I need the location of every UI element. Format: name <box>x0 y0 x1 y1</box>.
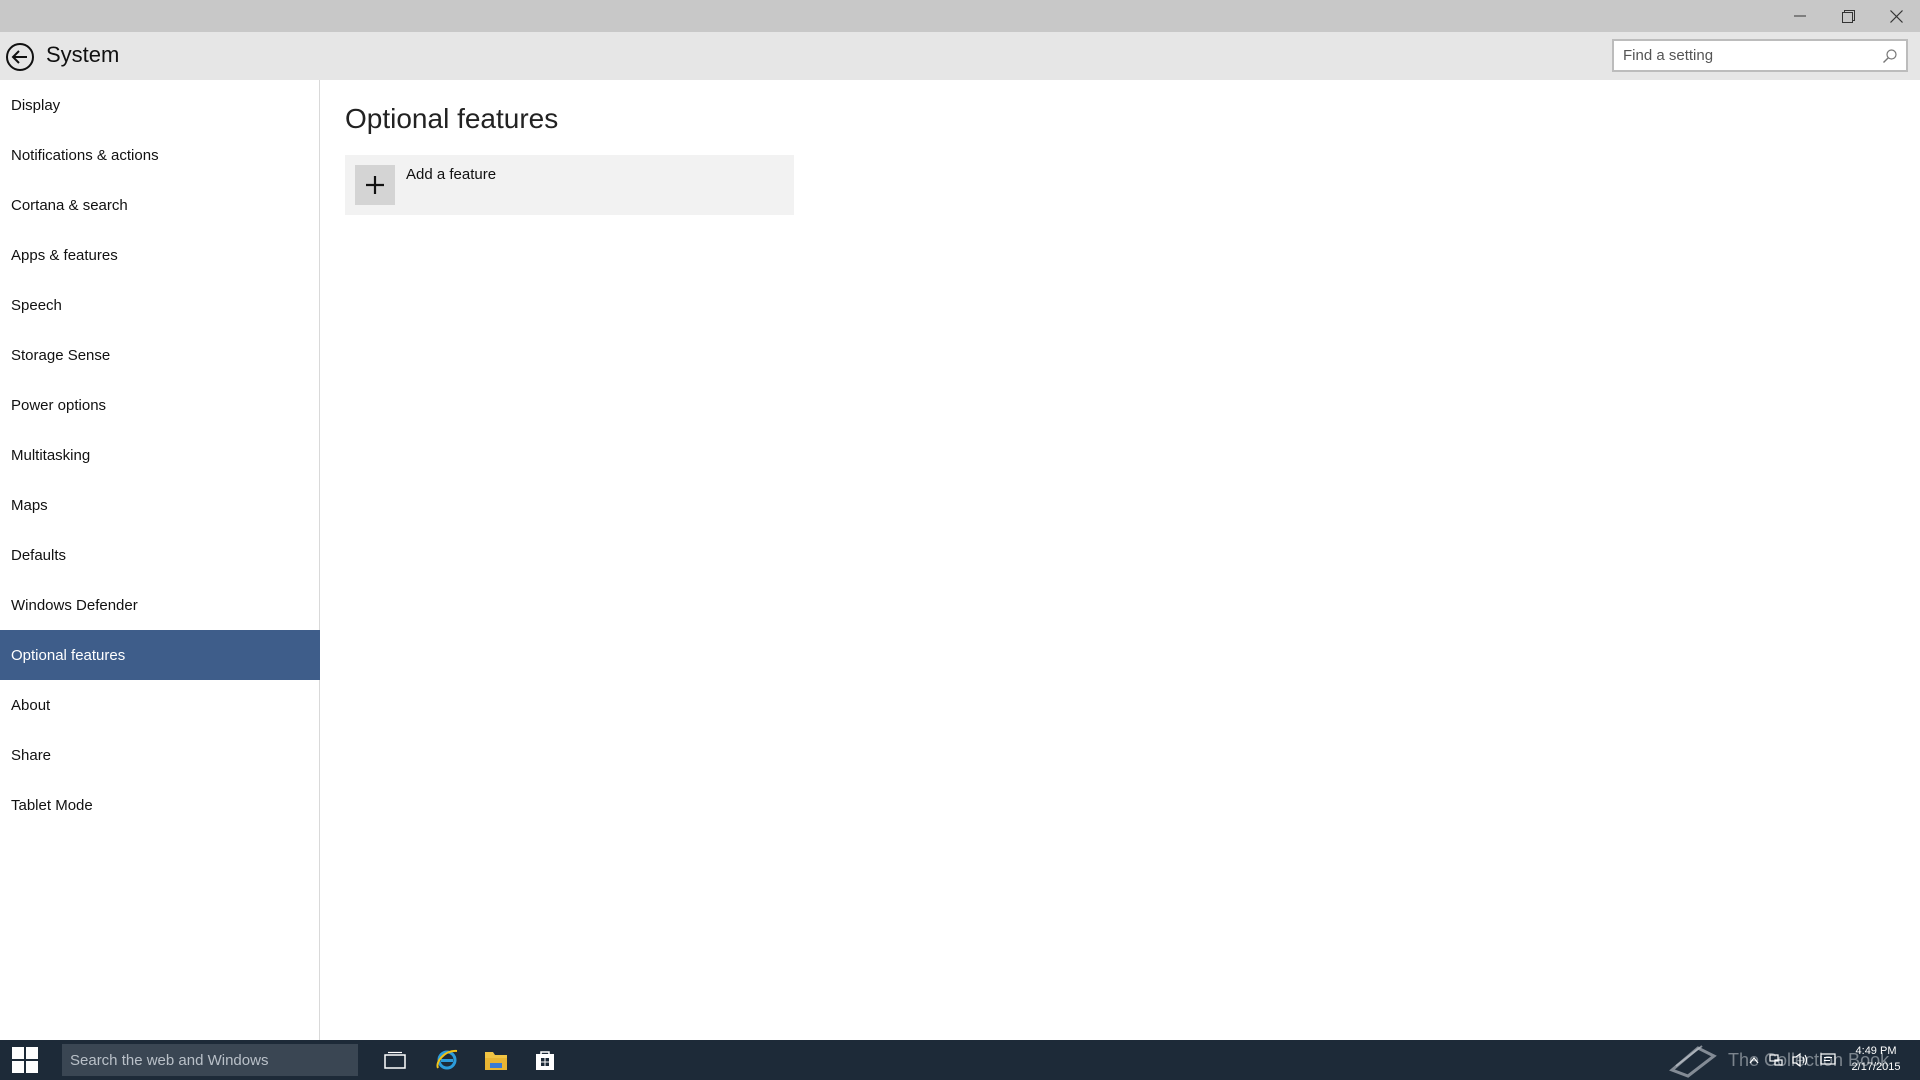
main-content: Optional features Add a feature <box>321 80 1920 1040</box>
sidebar-item-label: Cortana & search <box>11 196 128 214</box>
sidebar-item-storage[interactable]: Storage Sense <box>0 330 320 380</box>
page-title: Optional features <box>345 103 559 134</box>
clock-date: 2/17/2015 <box>1851 1061 1901 1073</box>
network-icon <box>1769 1054 1783 1066</box>
sidebar-item-label: Maps <box>11 496 48 514</box>
sidebar-item-cortana[interactable]: Cortana & search <box>0 180 320 230</box>
page-header-title: System <box>46 42 120 67</box>
window-titlebar <box>0 0 1920 32</box>
back-button[interactable] <box>4 41 36 73</box>
close-icon <box>1889 9 1903 23</box>
sidebar-item-multitasking[interactable]: Multitasking <box>0 430 320 480</box>
sidebar-item-defaults[interactable]: Defaults <box>0 530 320 580</box>
sidebar-item-maps[interactable]: Maps <box>0 480 320 530</box>
internet-explorer-button[interactable] <box>423 1040 471 1080</box>
search-input[interactable] <box>1614 41 1869 70</box>
settings-sidebar: Display Notifications & actions Cortana … <box>0 80 320 1040</box>
start-button[interactable] <box>0 1040 50 1080</box>
task-view-icon <box>384 1051 406 1069</box>
taskbar-search-input[interactable] <box>62 1051 358 1069</box>
sidebar-item-label: Tablet Mode <box>11 796 93 814</box>
volume-button[interactable] <box>1791 1050 1811 1070</box>
store-button[interactable] <box>521 1040 569 1080</box>
add-feature-button[interactable]: Add a feature <box>345 155 794 215</box>
sidebar-item-label: Storage Sense <box>11 346 111 364</box>
speaker-icon <box>1792 1052 1808 1068</box>
sidebar-item-label: Display <box>11 96 61 114</box>
back-arrow-icon <box>6 43 34 71</box>
minimize-icon <box>1794 15 1806 17</box>
sidebar-item-label: Apps & features <box>11 246 118 264</box>
restore-button[interactable] <box>1824 0 1872 32</box>
find-setting-search[interactable] <box>1612 39 1908 72</box>
store-icon <box>536 1051 554 1070</box>
restore-icon <box>1841 9 1855 23</box>
task-view-button[interactable] <box>371 1040 419 1080</box>
sidebar-item-label: Share <box>11 746 52 764</box>
action-center-button[interactable] <box>1818 1050 1838 1070</box>
sidebar-item-label: Optional features <box>11 646 126 664</box>
sidebar-item-display[interactable]: Display <box>0 80 320 130</box>
file-explorer-icon <box>485 1052 507 1070</box>
sidebar-item-windows-defender[interactable]: Windows Defender <box>0 580 320 630</box>
sidebar-item-tablet-mode[interactable]: Tablet Mode <box>0 780 320 830</box>
sidebar-item-share[interactable]: Share <box>0 730 320 780</box>
sidebar-item-label: Defaults <box>11 546 67 564</box>
chevron-up-icon <box>1749 1056 1759 1064</box>
sidebar-item-apps[interactable]: Apps & features <box>0 230 320 280</box>
internet-explorer-icon <box>436 1049 458 1070</box>
sidebar-item-notifications[interactable]: Notifications & actions <box>0 130 320 180</box>
file-explorer-button[interactable] <box>472 1040 520 1080</box>
show-hidden-icons-button[interactable] <box>1744 1050 1764 1070</box>
taskbar-search[interactable] <box>62 1044 358 1076</box>
sidebar-item-about[interactable]: About <box>0 680 320 730</box>
taskbar: The Collection Book 4:49 PM 2/17/2015 <box>0 1040 1920 1080</box>
add-feature-icon-box <box>355 165 395 205</box>
sidebar-item-label: Notifications & actions <box>11 146 159 164</box>
sidebar-item-label: Speech <box>11 296 62 314</box>
close-button[interactable] <box>1872 0 1920 32</box>
plus-icon <box>366 176 384 194</box>
sidebar-item-label: Multitasking <box>11 446 91 464</box>
add-feature-label: Add a feature <box>406 166 497 183</box>
sidebar-item-power[interactable]: Power options <box>0 380 320 430</box>
sidebar-item-label: Windows Defender <box>11 596 138 614</box>
search-icon[interactable] <box>1882 48 1898 64</box>
sidebar-item-speech[interactable]: Speech <box>0 280 320 330</box>
notification-icon <box>1820 1053 1836 1065</box>
windows-logo-icon <box>12 1047 38 1073</box>
network-button[interactable] <box>1766 1050 1786 1070</box>
clock-time: 4:49 PM <box>1855 1045 1897 1057</box>
book-logo-icon <box>1669 1045 1717 1078</box>
minimize-button[interactable] <box>1776 0 1824 32</box>
sidebar-item-label: About <box>11 696 51 714</box>
sidebar-item-label: Power options <box>11 396 107 414</box>
taskbar-clock[interactable]: 4:49 PM 2/17/2015 <box>1846 1043 1906 1075</box>
settings-header: System <box>0 32 1920 80</box>
sidebar-item-optional-features[interactable]: Optional features <box>0 630 320 680</box>
